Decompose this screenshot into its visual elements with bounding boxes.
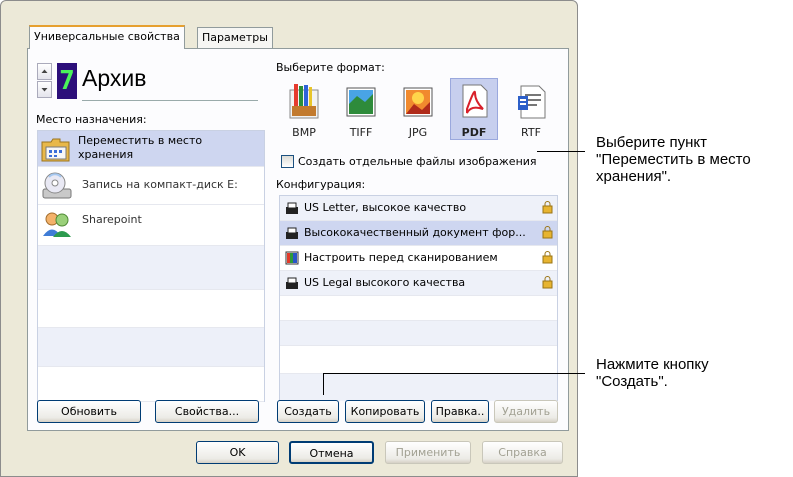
- config-empty-row: [280, 346, 557, 374]
- configuration-list: US Letter, высокое качество Высококачест…: [279, 195, 558, 401]
- config-item-selected[interactable]: Высококачественный документ фор...: [280, 221, 557, 246]
- format-rtf-button[interactable]: [509, 80, 553, 124]
- destination-list: Переместить в место хранения Запись на к…: [37, 130, 265, 402]
- tab-universal-properties[interactable]: Универсальные свойства: [29, 25, 185, 49]
- apply-button[interactable]: Применить: [385, 441, 471, 464]
- tab-parameters[interactable]: Параметры: [197, 27, 273, 48]
- format-jpg-label: JPG: [408, 126, 428, 139]
- delete-button[interactable]: Удалить: [494, 400, 558, 423]
- refresh-button[interactable]: Обновить: [37, 400, 141, 423]
- lock-icon: [542, 226, 553, 239]
- properties-button[interactable]: Свойства...: [155, 400, 259, 423]
- help-button[interactable]: Справка: [482, 441, 563, 464]
- format-bmp-button[interactable]: [282, 80, 326, 124]
- config-item-label: Высококачественный документ фор...: [304, 226, 526, 239]
- destination-item-label-line2: хранения: [78, 148, 134, 161]
- config-item-label: Настроить перед сканированием: [304, 251, 498, 264]
- separate-files-label: Создать отдельные файлы изображения: [298, 155, 537, 168]
- destination-item-label: Запись на компакт-диск E:: [82, 178, 238, 191]
- spinner-up-button[interactable]: [37, 63, 52, 80]
- profile-number-display: 7: [57, 63, 77, 99]
- format-rtf-label: RTF: [521, 126, 541, 139]
- lock-icon: [542, 201, 553, 214]
- config-empty-row: [280, 321, 557, 346]
- destination-label: Место назначения:: [36, 113, 147, 126]
- scanner-icon: [286, 202, 298, 214]
- copy-button[interactable]: Копировать: [345, 400, 425, 423]
- destination-empty-row: [38, 328, 264, 367]
- format-bmp-label: BMP: [292, 126, 316, 139]
- configuration-label: Конфигурация:: [276, 178, 366, 191]
- profile-number: 7: [59, 66, 75, 96]
- cd-drive-icon: [42, 172, 72, 199]
- callout-create: Нажмите кнопку "Создать".: [596, 356, 709, 390]
- callout-line: "Переместить в место: [596, 151, 751, 168]
- profile-spinner[interactable]: [37, 63, 52, 99]
- destination-item-sharepoint[interactable]: Sharepoint: [38, 205, 264, 246]
- folder-icon: [41, 138, 70, 162]
- jpg-icon: [403, 87, 433, 117]
- lock-icon: [542, 251, 553, 264]
- profile-name-underline: [82, 100, 258, 101]
- config-item-label: US Legal высокого качества: [304, 276, 466, 289]
- rtf-icon: [518, 85, 546, 119]
- cancel-button[interactable]: Отмена: [289, 441, 374, 464]
- callout-line-create: [323, 373, 585, 374]
- scanner-icon: [286, 277, 298, 289]
- arrow-up-icon: [41, 69, 48, 73]
- properties-dialog: Универсальные свойства Параметры 7 Архив…: [0, 0, 578, 477]
- destination-item-move-to-storage[interactable]: Переместить в место хранения: [38, 131, 264, 167]
- ok-button[interactable]: OK: [196, 441, 279, 464]
- destination-empty-row: [38, 246, 264, 290]
- callout-line: "Создать".: [596, 373, 668, 390]
- sharepoint-icon: [43, 212, 71, 237]
- format-tiff-label: TIFF: [349, 126, 373, 139]
- callout-line: хранения".: [596, 168, 672, 185]
- callout-line-create-vertical: [323, 373, 324, 395]
- callout-move-to-storage: Выберите пункт "Переместить в место хран…: [596, 134, 751, 185]
- config-item[interactable]: Настроить перед сканированием: [280, 246, 557, 271]
- callout-line-move: [537, 151, 585, 152]
- edit-button[interactable]: Правка..: [431, 400, 489, 423]
- profile-name: Архив: [82, 65, 147, 91]
- config-item[interactable]: US Letter, высокое качество: [280, 196, 557, 221]
- callout-line: Нажмите кнопку: [596, 356, 709, 373]
- config-empty-row: [280, 296, 557, 321]
- arrow-down-icon: [41, 88, 48, 92]
- lock-icon: [542, 276, 553, 289]
- configure-icon: [285, 251, 299, 265]
- destination-item-label-line1: Переместить в место: [78, 134, 203, 147]
- bmp-icon: [289, 84, 319, 119]
- format-jpg-button[interactable]: [396, 80, 440, 124]
- config-item-label: US Letter, высокое качество: [304, 201, 467, 214]
- scanner-icon: [286, 227, 298, 239]
- destination-empty-row: [38, 290, 264, 328]
- destination-empty-row: [38, 367, 264, 402]
- create-button[interactable]: Создать: [277, 400, 339, 423]
- separate-files-checkbox[interactable]: [281, 155, 294, 168]
- spinner-down-button[interactable]: [37, 81, 52, 98]
- pdf-icon: [462, 84, 488, 118]
- config-empty-row: [280, 374, 557, 401]
- format-label: Выберите формат:: [276, 61, 385, 74]
- format-pdf-label: PDF: [461, 126, 487, 139]
- destination-item-label: Sharepoint: [82, 213, 142, 226]
- config-item[interactable]: US Legal высокого качества: [280, 271, 557, 296]
- tiff-icon: [346, 87, 376, 117]
- format-tiff-button[interactable]: [339, 80, 383, 124]
- format-selector: BMP TIFF JPG PDF RTF: [282, 78, 562, 144]
- callout-line: Выберите пункт: [596, 134, 707, 151]
- destination-item-cd-burn[interactable]: Запись на компакт-диск E:: [38, 167, 264, 205]
